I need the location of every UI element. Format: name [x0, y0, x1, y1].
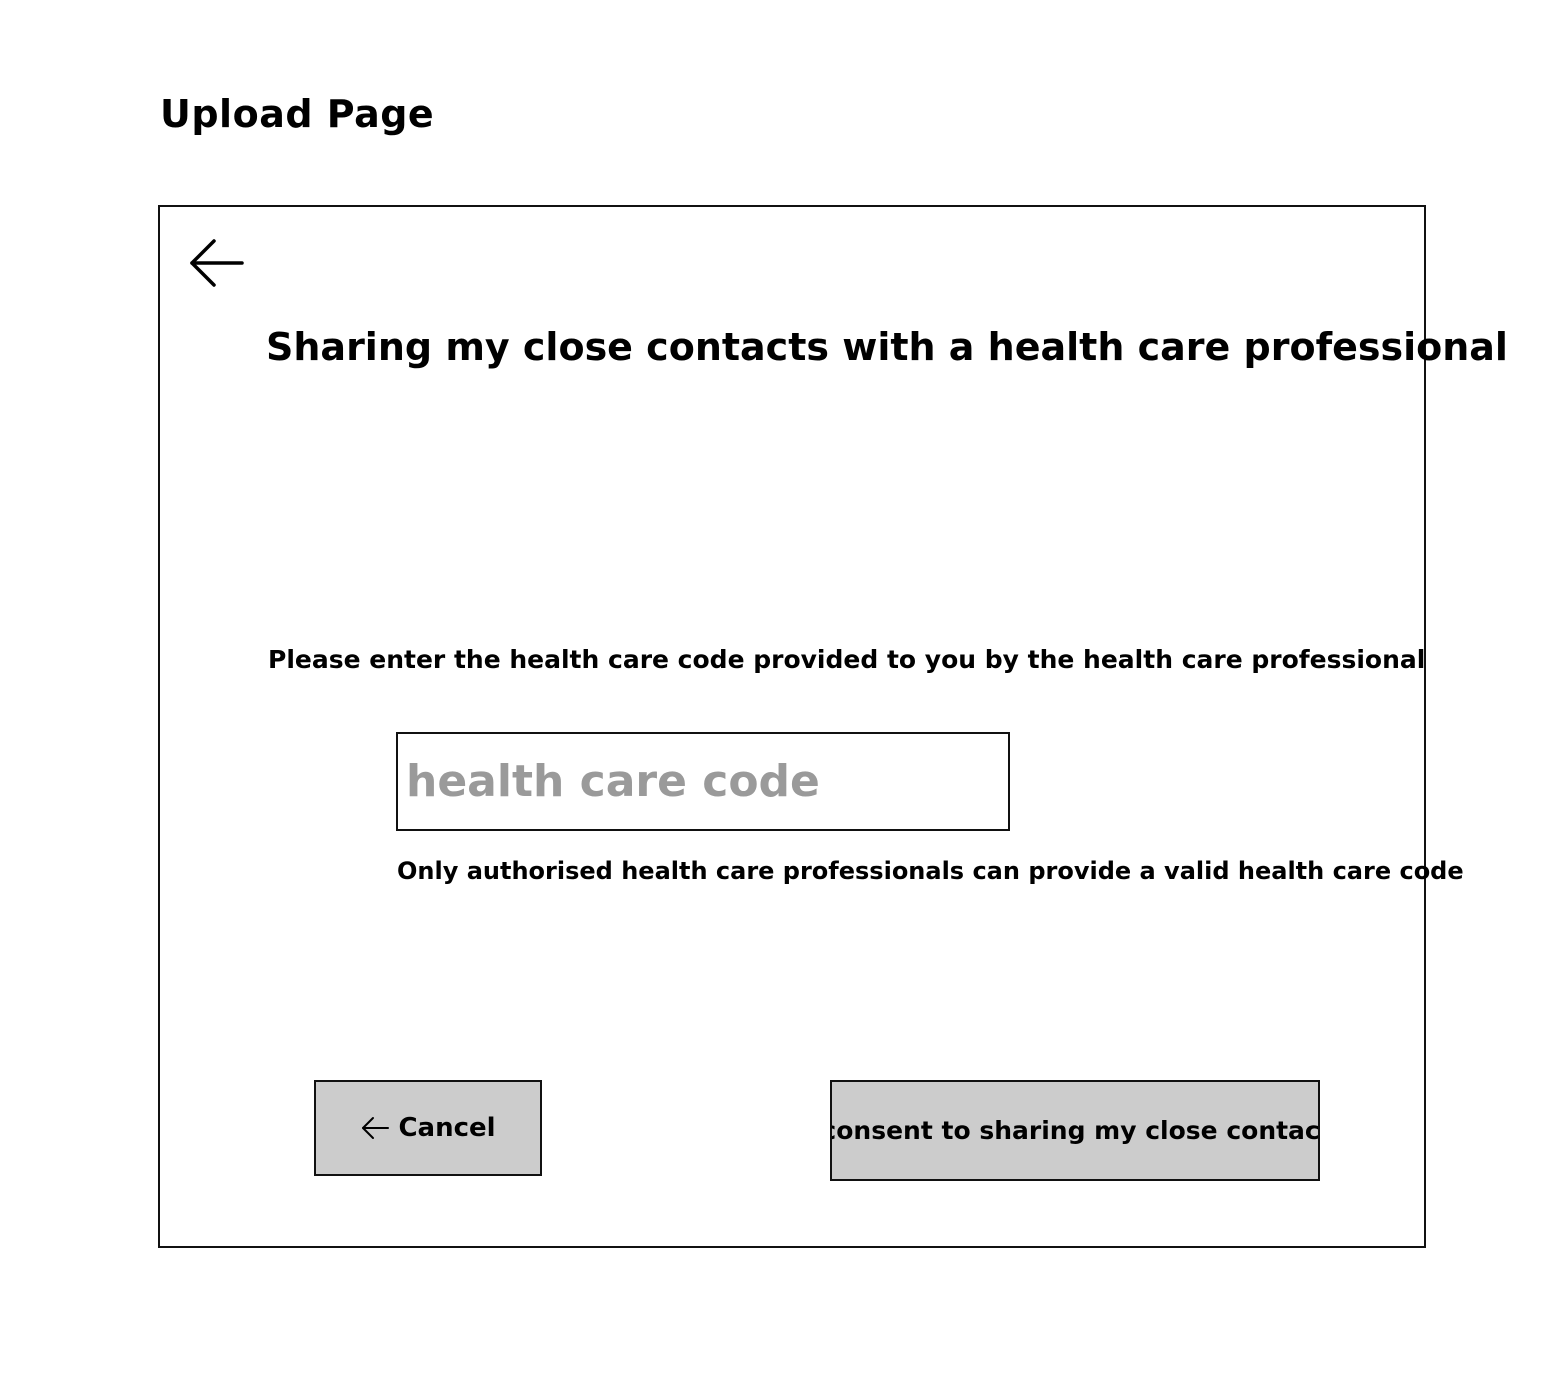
screen-heading: Sharing my close contacts with a health … — [266, 325, 1508, 369]
consent-button[interactable]: I consent to sharing my close contacts — [830, 1080, 1320, 1181]
page-title: Upload Page — [160, 92, 435, 136]
cancel-button[interactable]: Cancel — [314, 1080, 542, 1176]
helper-text: Only authorised health care professional… — [397, 857, 1464, 885]
consent-button-label: I consent to sharing my close contacts — [830, 1116, 1320, 1145]
health-care-code-input[interactable] — [396, 732, 1010, 831]
instruction-text: Please enter the health care code provid… — [268, 645, 1426, 674]
back-arrow-icon[interactable] — [188, 237, 246, 289]
arrow-left-icon — [362, 1117, 390, 1139]
upload-screen: Sharing my close contacts with a health … — [158, 205, 1508, 1248]
cancel-button-label: Cancel — [398, 1113, 496, 1143]
